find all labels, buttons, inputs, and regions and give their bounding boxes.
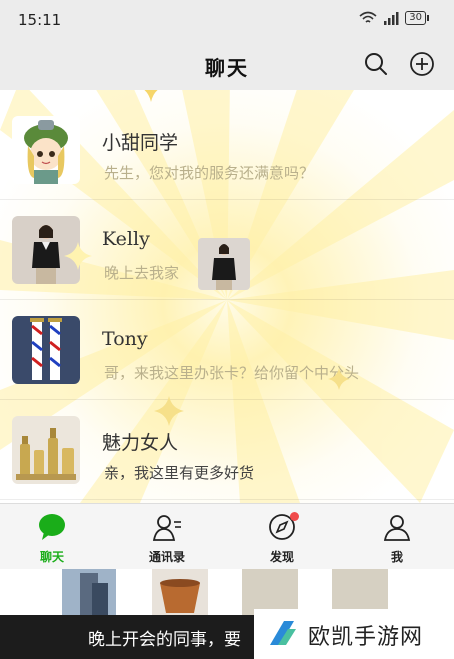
chat-list: 小甜同学 先生，您对我的服务还满意吗？ Kelly 晚上去我家 Tony 哥，来… bbox=[0, 90, 454, 503]
cosmetics-avatar bbox=[12, 416, 80, 484]
tab-chat[interactable]: 聊天 bbox=[7, 504, 97, 570]
chat-name: 魅力女人 bbox=[102, 432, 179, 454]
chat-item-tony[interactable]: Tony 哥，来我这里办张卡？给你留个中分头 bbox=[0, 300, 454, 400]
contacts-icon bbox=[152, 515, 181, 541]
person-icon bbox=[383, 515, 411, 541]
watermark-text: 欧凯手游网 bbox=[308, 625, 424, 650]
chat-item-xiaotian[interactable]: 小甜同学 先生，您对我的服务还满意吗？ bbox=[0, 100, 454, 200]
tab-discover[interactable]: 发现 bbox=[237, 504, 327, 570]
status-bar: 15:11 30 bbox=[0, 0, 454, 40]
site-logo-icon bbox=[270, 621, 296, 645]
wifi-icon bbox=[359, 11, 377, 23]
search-icon[interactable] bbox=[362, 50, 390, 78]
caption-text: 晚上开会的同事，要 bbox=[88, 630, 241, 650]
barber-pole-avatar bbox=[12, 316, 80, 384]
tab-contacts[interactable]: 通讯录 bbox=[122, 504, 212, 570]
sparkle-icon bbox=[328, 368, 350, 390]
chat-name: 小甜同学 bbox=[102, 132, 179, 154]
header: 聊天 bbox=[0, 40, 454, 90]
chat-last-message: 哥，来我这里办张卡？给你留个中分头 bbox=[104, 364, 360, 382]
shared-photo-thumbnail[interactable] bbox=[198, 238, 250, 290]
anime-girl-avatar bbox=[12, 116, 80, 184]
chat-last-message: 先生，您对我的服务还满意吗？ bbox=[104, 164, 315, 182]
chat-bubble-icon bbox=[39, 514, 65, 540]
bottom-overlay-strip: 晚上开会的同事，要 欧凯手游网 bbox=[0, 569, 454, 659]
tab-label: 我 bbox=[390, 550, 403, 564]
add-circle-icon[interactable] bbox=[408, 50, 436, 78]
signal-icon bbox=[384, 11, 399, 25]
battery-indicator: 30 bbox=[405, 11, 429, 25]
tab-me[interactable]: 我 bbox=[352, 504, 442, 570]
sparkle-icon bbox=[154, 396, 184, 426]
bowl-thumbnail bbox=[152, 569, 208, 621]
building-thumbnail bbox=[62, 569, 116, 621]
tab-label: 聊天 bbox=[39, 550, 64, 564]
chat-last-message: 晚上去我家 bbox=[104, 264, 180, 282]
sparkle-icon bbox=[64, 242, 92, 270]
notification-dot bbox=[290, 512, 299, 521]
status-icons: 30 bbox=[359, 11, 429, 25]
sparkle-icon bbox=[144, 90, 158, 102]
chat-name: Kelly bbox=[102, 228, 150, 250]
tab-label: 通讯录 bbox=[148, 550, 185, 564]
status-time: 15:11 bbox=[18, 11, 62, 29]
chat-last-message: 亲，我这里有更多好货 bbox=[104, 464, 255, 482]
site-watermark: 欧凯手游网 bbox=[254, 609, 454, 659]
chat-item-meili[interactable]: 魅力女人 亲，我这里有更多好货 bbox=[0, 400, 454, 500]
chat-name: Tony bbox=[102, 328, 148, 350]
bottom-tab-bar: 聊天 通讯录 发现 我 bbox=[0, 503, 454, 569]
tab-label: 发现 bbox=[269, 550, 294, 564]
video-caption: 晚上开会的同事，要 bbox=[0, 615, 258, 659]
